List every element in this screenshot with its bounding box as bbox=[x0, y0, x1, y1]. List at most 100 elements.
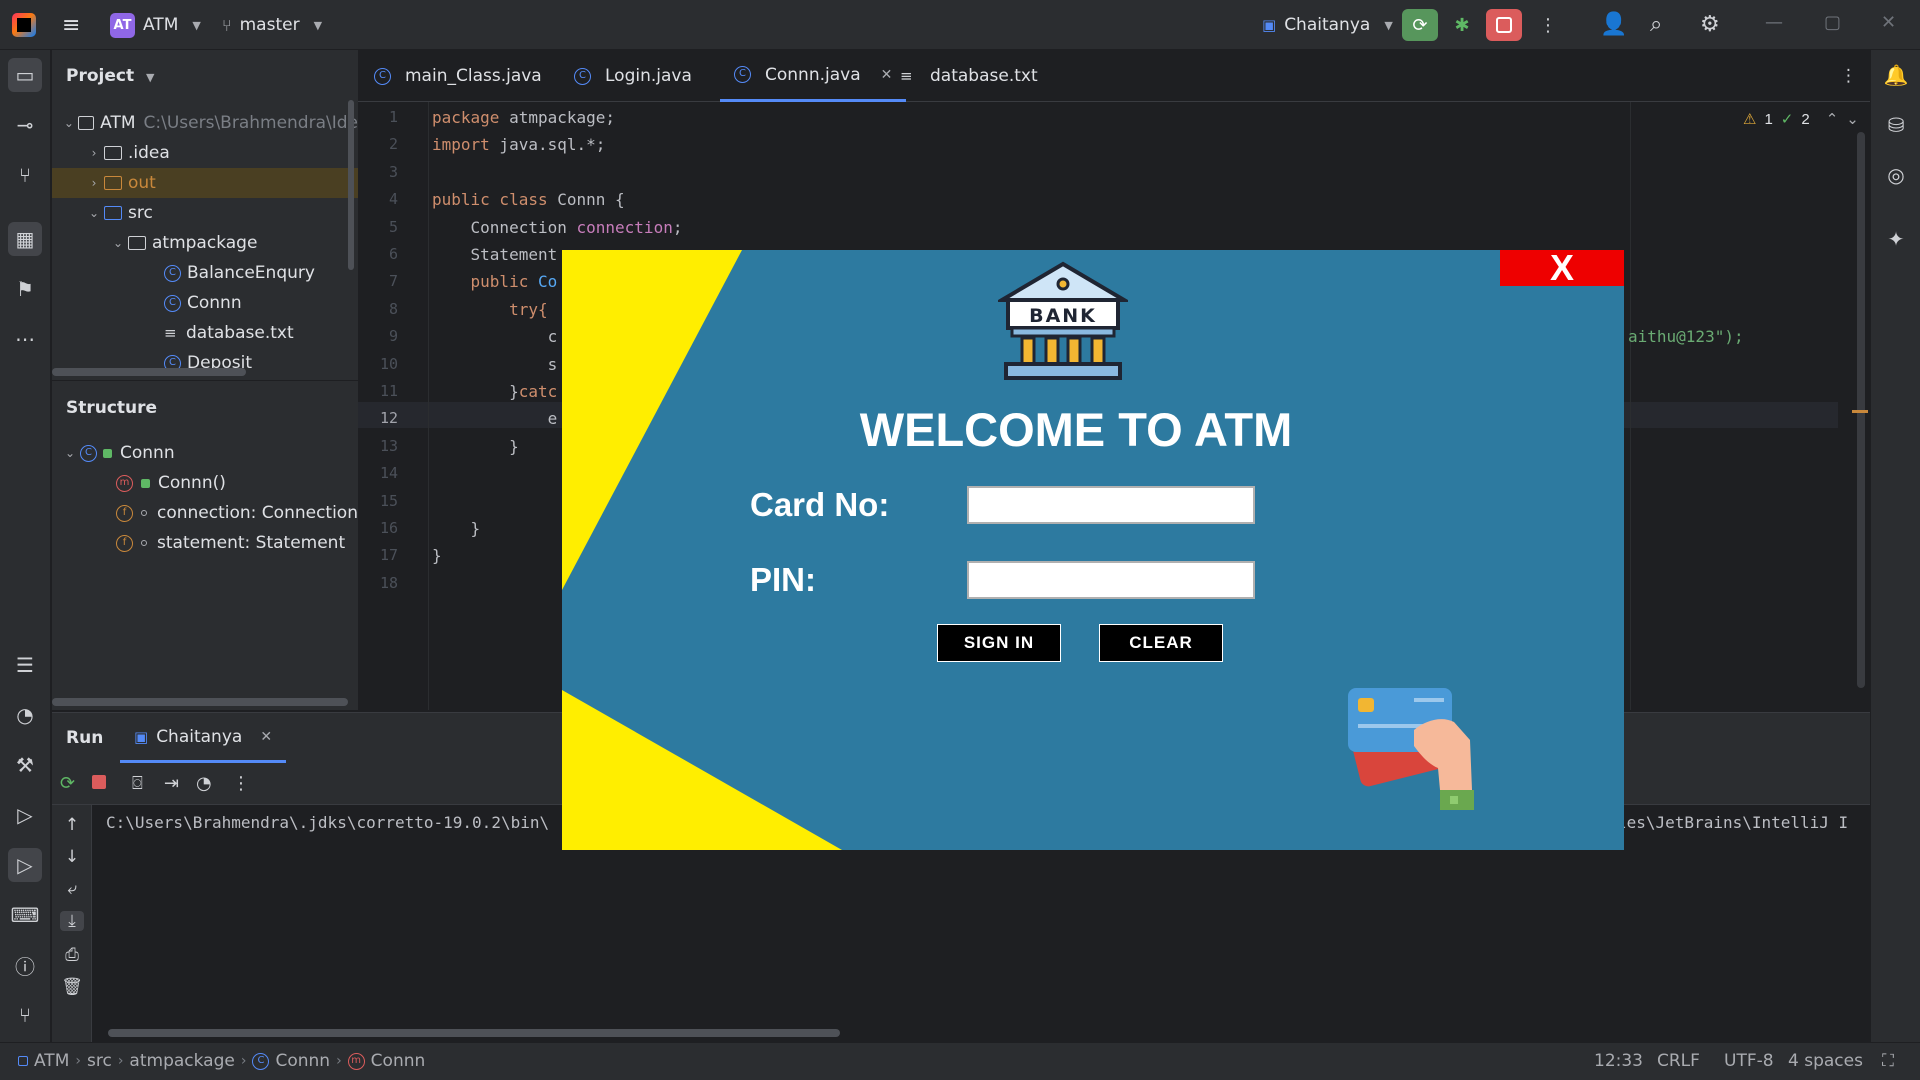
chevron-up-icon[interactable]: ⌃ bbox=[1826, 110, 1839, 128]
tree-item-connn[interactable]: C Connn bbox=[52, 288, 358, 318]
ai-assistant-icon[interactable]: ✦ bbox=[1879, 222, 1913, 256]
pull-requests-icon[interactable]: ⑂ bbox=[8, 158, 42, 192]
git-icon[interactable]: ⑂ bbox=[8, 998, 42, 1032]
maximize-icon[interactable]: ▢ bbox=[1824, 12, 1841, 33]
close-tab-icon[interactable]: ✕ bbox=[260, 729, 272, 745]
breadcrumb-item[interactable]: src bbox=[87, 1051, 112, 1071]
services-icon[interactable]: ▷ bbox=[8, 798, 42, 832]
add-user-icon[interactable]: 👤 bbox=[1600, 12, 1627, 37]
profiler-icon[interactable]: ◔ bbox=[8, 698, 42, 732]
structure-horizontal-scrollbar[interactable] bbox=[52, 698, 348, 706]
minimize-icon[interactable]: — bbox=[1765, 12, 1783, 33]
rerun-icon[interactable]: ⟳ bbox=[60, 773, 75, 794]
tab-main-class[interactable]: C main_Class.java bbox=[374, 50, 542, 102]
close-tab-icon[interactable]: ✕ bbox=[881, 67, 893, 83]
tab-connn[interactable]: C Connn.java ✕ bbox=[720, 50, 907, 102]
breadcrumb-item[interactable]: atmpackage bbox=[129, 1051, 234, 1071]
main-menu-icon[interactable]: ≡ bbox=[62, 0, 80, 50]
terminal-icon[interactable]: ⌨ bbox=[8, 898, 42, 932]
lock-icon[interactable]: ⛶ bbox=[1882, 1051, 1894, 1071]
clear-button[interactable]: CLEAR bbox=[1099, 624, 1223, 662]
intellij-logo-icon[interactable] bbox=[12, 13, 36, 37]
breadcrumb-item[interactable]: Connn bbox=[371, 1051, 426, 1071]
line-number: 9 bbox=[388, 327, 398, 345]
run-config-name: Chaitanya bbox=[1284, 15, 1371, 35]
code-line-8: try{ bbox=[432, 300, 548, 319]
project-panel-title[interactable]: Project ▼ bbox=[66, 66, 154, 86]
tree-item-out[interactable]: › out bbox=[52, 168, 358, 198]
structure-item-connection[interactable]: f connection: Connection bbox=[52, 498, 358, 528]
trash-icon[interactable]: 🗑 bbox=[60, 977, 84, 997]
arrow-down-icon[interactable]: ↓ bbox=[60, 847, 84, 867]
tab-login[interactable]: C Login.java bbox=[574, 50, 692, 102]
camera-icon[interactable]: ⌼ bbox=[132, 773, 143, 794]
project-vertical-scrollbar[interactable] bbox=[348, 100, 354, 270]
database-icon[interactable]: ⛁ bbox=[1879, 108, 1913, 142]
warning-marker[interactable] bbox=[1852, 410, 1868, 413]
exit-icon[interactable]: ⇥ bbox=[164, 773, 179, 794]
code-text: } bbox=[432, 382, 519, 401]
caret-position[interactable]: 12:33 bbox=[1594, 1051, 1643, 1071]
yellow-bottom-triangle bbox=[562, 690, 842, 850]
card-number-input[interactable] bbox=[967, 486, 1255, 524]
sign-in-button[interactable]: SIGN IN bbox=[937, 624, 1061, 662]
file-encoding[interactable]: UTF-8 bbox=[1724, 1051, 1774, 1071]
project-switcher[interactable]: AT ATM ▼ bbox=[110, 0, 201, 50]
breadcrumb-item[interactable]: Connn bbox=[275, 1051, 330, 1071]
tab-options-icon[interactable]: ⋮ bbox=[1840, 50, 1857, 102]
chevron-right-icon: › bbox=[91, 146, 97, 160]
rerun-button[interactable]: ⟳ bbox=[1402, 9, 1438, 41]
structure-item-constructor[interactable]: m Connn() bbox=[52, 468, 358, 498]
structure-item-statement[interactable]: f statement: Statement bbox=[52, 528, 358, 558]
bookmarks-icon[interactable]: ⚑ bbox=[8, 272, 42, 306]
print-icon[interactable]: ⎙ bbox=[60, 945, 84, 965]
run-tab-chaitanya[interactable]: ▣ Chaitanya ✕ bbox=[120, 713, 287, 763]
run-configuration-selector[interactable]: ▣ Chaitanya ▼ bbox=[1262, 0, 1393, 50]
line-separator[interactable]: CRLF bbox=[1657, 1051, 1700, 1071]
tree-item-root[interactable]: ⌄ ATM C:\Users\Brahmendra\Ide bbox=[52, 108, 358, 138]
close-button[interactable]: X bbox=[1500, 250, 1624, 288]
tree-item-src[interactable]: ⌄ src bbox=[52, 198, 358, 228]
line-number: 7 bbox=[388, 272, 398, 290]
problems-icon[interactable]: ⓘ bbox=[8, 948, 42, 982]
structure-icon[interactable]: ▦ bbox=[8, 222, 42, 256]
soft-wrap-icon[interactable]: ⤶ bbox=[60, 879, 84, 899]
indent-setting[interactable]: 4 spaces bbox=[1788, 1051, 1863, 1071]
class-icon: C bbox=[80, 444, 97, 462]
commit-icon[interactable]: ⊸ bbox=[8, 108, 42, 142]
close-window-icon[interactable]: ✕ bbox=[1881, 12, 1896, 33]
arrow-up-icon[interactable]: ↑ bbox=[60, 815, 84, 835]
chevron-down-icon[interactable]: ⌄ bbox=[1846, 110, 1859, 128]
search-icon[interactable]: ⌕ bbox=[1650, 12, 1662, 37]
structure-class-label: Connn bbox=[120, 443, 175, 463]
field-name: connection bbox=[576, 218, 673, 237]
project-folder-icon[interactable]: ▭ bbox=[8, 58, 42, 92]
tree-item-database-txt[interactable]: ≡ database.txt bbox=[52, 318, 358, 348]
tree-item-idea[interactable]: › .idea bbox=[52, 138, 358, 168]
gear-icon[interactable]: ⚙ bbox=[1700, 12, 1720, 37]
stop-icon[interactable] bbox=[92, 773, 106, 794]
breadcrumb-item[interactable]: ATM bbox=[34, 1051, 69, 1071]
more-tools-icon[interactable]: ⋯ bbox=[8, 322, 42, 356]
project-horizontal-scrollbar[interactable] bbox=[52, 368, 246, 376]
console-horizontal-scrollbar[interactable] bbox=[108, 1029, 840, 1037]
pin-input[interactable] bbox=[967, 561, 1255, 599]
run-tool-icon[interactable]: ▷ bbox=[8, 848, 42, 882]
stop-button[interactable] bbox=[1486, 9, 1522, 41]
tree-item-atmpackage[interactable]: ⌄ atmpackage bbox=[52, 228, 358, 258]
code-line-13: } bbox=[432, 437, 519, 456]
branch-switcher[interactable]: ⑂ master ▼ bbox=[222, 0, 322, 50]
tab-database-txt[interactable]: ≡ database.txt bbox=[900, 50, 1038, 102]
notifications-icon[interactable]: 🔔 bbox=[1879, 58, 1913, 92]
todo-icon[interactable]: ☰ bbox=[8, 648, 42, 682]
build-icon[interactable]: ⚒ bbox=[8, 748, 42, 782]
structure-item-class[interactable]: ⌄ C Connn bbox=[52, 438, 358, 468]
endpoints-icon[interactable]: ◎ bbox=[1879, 158, 1913, 192]
debug-button[interactable]: ✱ bbox=[1444, 9, 1480, 41]
tree-item-balanceenqury[interactable]: C BalanceEnqury bbox=[52, 258, 358, 288]
more-vertical-icon[interactable]: ⋮ bbox=[232, 773, 250, 794]
more-actions-button[interactable]: ⋮ bbox=[1530, 9, 1566, 41]
inspection-widget[interactable]: ⚠ 1 ✓ 2 ⌃ ⌄ bbox=[1743, 110, 1859, 129]
scroll-to-end-icon[interactable]: ⤓ bbox=[60, 911, 84, 931]
profiler-icon[interactable]: ◔ bbox=[196, 773, 212, 794]
